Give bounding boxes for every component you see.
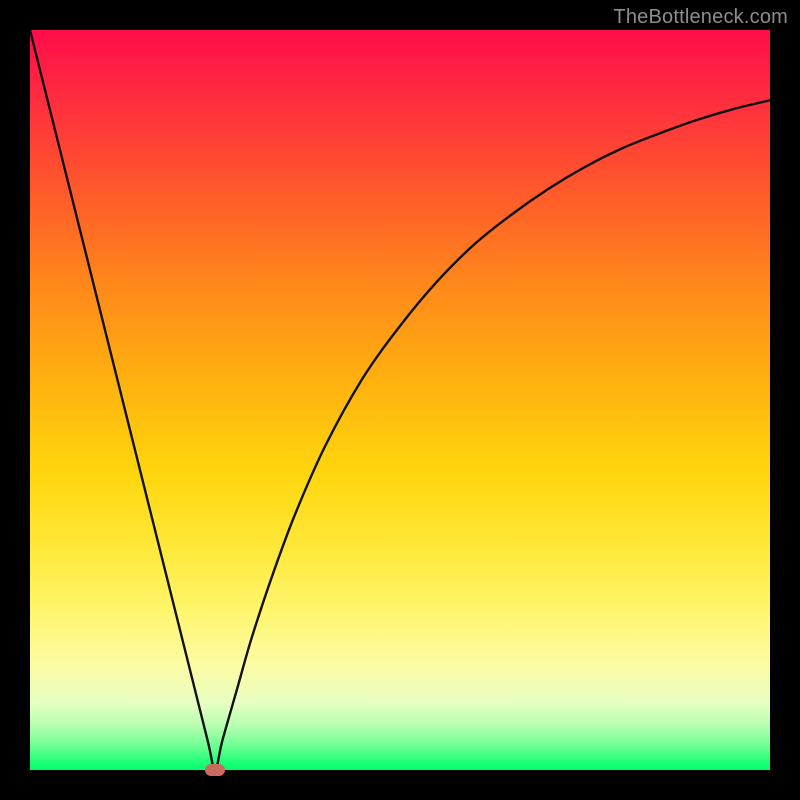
chart-frame: TheBottleneck.com bbox=[0, 0, 800, 800]
plot-area bbox=[30, 30, 770, 770]
bottleneck-curve bbox=[30, 30, 770, 770]
watermark-text: TheBottleneck.com bbox=[613, 6, 788, 29]
minimum-marker bbox=[205, 764, 225, 776]
